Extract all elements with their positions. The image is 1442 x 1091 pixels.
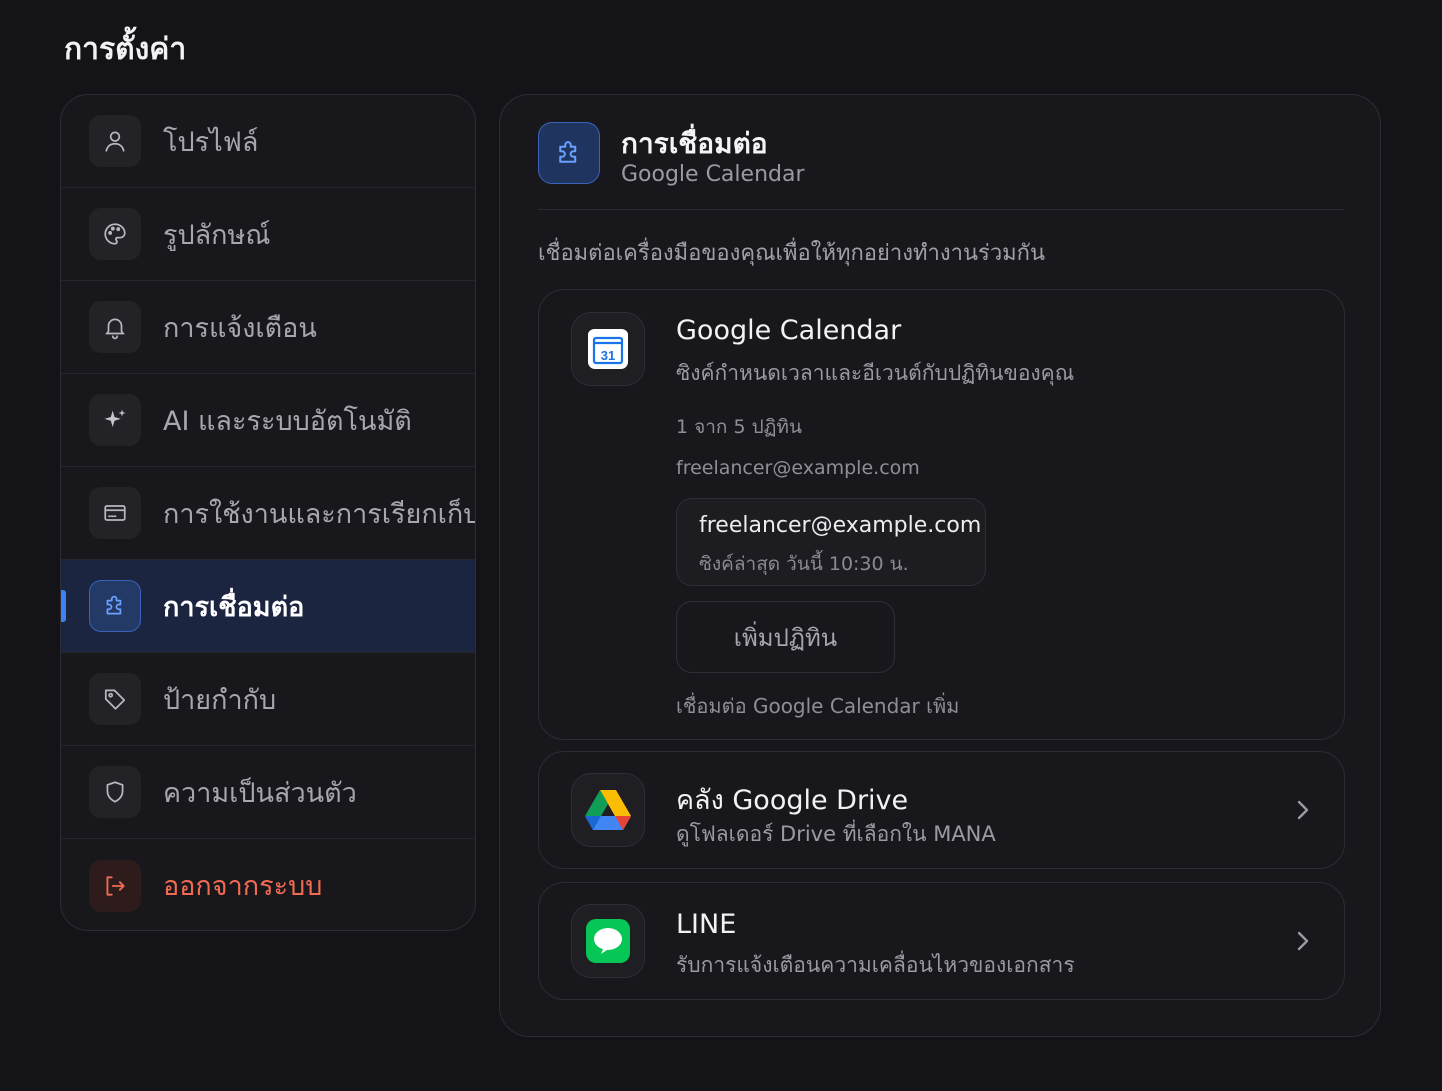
connect-more-calendar-link[interactable]: เชื่อมต่อ Google Calendar เพิ่ม: [676, 690, 959, 722]
sidebar-item-label: การเชื่อมต่อ: [163, 591, 305, 623]
sidebar-item-label: ป้ายกำกับ: [163, 684, 277, 716]
user-icon: [89, 115, 141, 167]
sidebar-item-label: การใช้งานและการเรียกเก็บเงิน: [163, 498, 475, 530]
google-drive-icon: [571, 773, 645, 847]
svg-text:31: 31: [601, 348, 615, 363]
line-chat-icon: [571, 904, 645, 978]
google-calendar-title: Google Calendar: [676, 315, 902, 346]
line-card[interactable]: LINE รับการแจ้งเตือนความเคลื่อนไหวของเอก…: [538, 882, 1345, 1000]
sidebar-item-label: ความเป็นส่วนตัว: [163, 777, 357, 809]
sidebar-item-label: รูปลักษณ์: [163, 219, 271, 251]
sidebar-item-privacy[interactable]: ความเป็นส่วนตัว: [61, 746, 475, 839]
sidebar-item-label: การแจ้งเตือน: [163, 312, 317, 344]
puzzle-icon: [538, 122, 600, 184]
shield-icon: [89, 766, 141, 818]
google-calendar-subtitle: ซิงค์กำหนดเวลาและอีเวนต์กับปฏิทินของคุณ: [676, 361, 1075, 385]
sidebar-item-label: โปรไฟล์: [163, 126, 259, 158]
line-title: LINE: [676, 909, 737, 940]
sidebar-item-integrations[interactable]: การเชื่อมต่อ: [61, 560, 475, 653]
sidebar-item-notifications[interactable]: การแจ้งเตือน: [61, 281, 475, 374]
card-icon: [89, 487, 141, 539]
calendar-count: 1 จาก 5 ปฏิทิน: [676, 416, 802, 438]
sidebar-item-label: AI และระบบอัตโนมัติ: [163, 405, 412, 437]
logout-icon: [89, 859, 141, 912]
settings-sidebar: โปรไฟล์ รูปลักษณ์ การแจ้งเตือน AI และระบ…: [60, 94, 476, 931]
sparkle-icon: [89, 394, 141, 446]
puzzle-icon: [89, 580, 141, 632]
integrations-panel: การเชื่อมต่อ Google Calendar เชื่อมต่อเค…: [499, 94, 1381, 1037]
google-drive-subtitle: ดูโฟลเดอร์ Drive ที่เลือกใน MANA: [676, 822, 996, 846]
tag-icon: [89, 673, 141, 725]
sidebar-item-ai-automation[interactable]: AI และระบบอัตโนมัติ: [61, 374, 475, 467]
palette-icon: [89, 208, 141, 260]
google-drive-title: คลัง Google Drive: [676, 785, 909, 816]
sidebar-item-logout[interactable]: ออกจากระบบ: [61, 839, 475, 930]
calendar-email: freelancer@example.com: [699, 513, 982, 538]
sidebar-item-label: ออกจากระบบ: [163, 871, 323, 902]
connected-account: freelancer@example.com: [676, 457, 920, 479]
add-calendar-button[interactable]: เพิ่มปฏิทิน: [676, 601, 895, 673]
bell-icon: [89, 301, 141, 353]
google-drive-card[interactable]: คลัง Google Drive ดูโฟลเดอร์ Drive ที่เล…: [538, 751, 1345, 869]
sidebar-item-billing[interactable]: การใช้งานและการเรียกเก็บเงิน: [61, 467, 475, 560]
panel-description: เชื่อมต่อเครื่องมือของคุณเพื่อให้ทุกอย่า…: [538, 241, 1046, 266]
page-title: การตั้งค่า: [64, 32, 187, 67]
line-subtitle: รับการแจ้งเตือนความเคลื่อนไหวของเอกสาร: [676, 953, 1075, 977]
last-sync-text: ซิงค์ล่าสุด วันนี้ 10:30 น.: [699, 553, 909, 575]
panel-subtitle: Google Calendar: [621, 162, 805, 187]
chevron-right-icon: [1297, 931, 1309, 951]
panel-title: การเชื่อมต่อ: [621, 127, 768, 160]
calendar-chip[interactable]: freelancer@example.com ซิงค์ล่าสุด วันนี…: [676, 498, 986, 586]
google-calendar-card: 31 Google Calendar ซิงค์กำหนดเวลาและอีเว…: [538, 289, 1345, 740]
google-calendar-icon: 31: [571, 312, 645, 386]
chevron-right-icon: [1297, 800, 1309, 820]
sidebar-item-profile[interactable]: โปรไฟล์: [61, 95, 475, 188]
sidebar-item-appearance[interactable]: รูปลักษณ์: [61, 188, 475, 281]
sidebar-item-labels[interactable]: ป้ายกำกับ: [61, 653, 475, 746]
panel-header: การเชื่อมต่อ Google Calendar: [538, 122, 1344, 210]
